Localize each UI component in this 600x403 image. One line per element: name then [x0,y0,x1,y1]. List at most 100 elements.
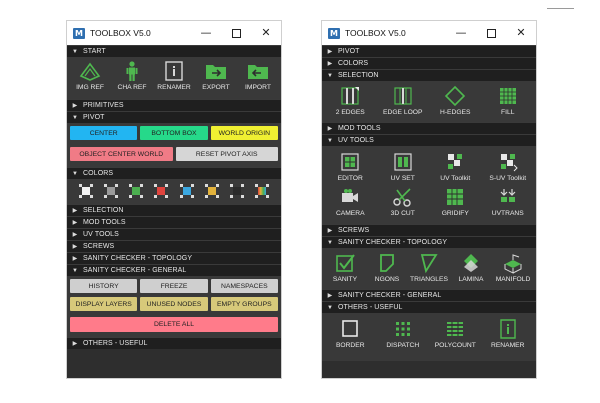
object-center-world-button[interactable]: OBJECT CENTER WORLD [70,147,173,161]
section-selection[interactable]: ▶ SELECTION [67,204,281,216]
export-folder-icon [206,65,226,79]
history-button[interactable]: HISTORY [70,279,138,293]
title-bar: M TOOLBOX V5.0 — ✕ [67,21,281,45]
sanity-button[interactable]: SANITY [324,252,366,283]
tool-label: LAMINA [458,276,484,283]
color-grey-swatch[interactable] [103,184,118,198]
polycount-button[interactable]: POLYCOUNT [432,318,478,349]
section-label: PIVOT [83,114,105,121]
character-reference-icon [126,61,138,81]
uv-set-button[interactable]: UV SET [380,151,426,182]
section-sanity-general[interactable]: ▼ SANITY CHECKER - GENERAL [67,264,281,276]
section-screws[interactable]: ▶ SCREWS [67,240,281,252]
maximize-icon[interactable] [476,21,506,45]
section-screws[interactable]: ▶ SCREWS [322,224,536,236]
close-icon[interactable]: ✕ [251,21,281,45]
import-folder-icon [248,65,268,79]
section-sanity-topology[interactable]: ▼ SANITY CHECKER - TOPOLOGY [322,236,536,248]
triangles-button[interactable]: TRIANGLES [408,252,450,283]
edge-loop-button[interactable]: EDGE LOOP [380,85,426,116]
delete-all-button[interactable]: DELETE ALL [70,317,278,332]
expand-arrow-icon: ▶ [72,244,78,250]
cha-ref-button[interactable]: CHA REF [111,60,153,91]
manifold-button[interactable]: MANIFOLD [492,252,534,283]
section-colors[interactable]: ▼ COLORS [67,167,281,179]
color-multi-swatch[interactable] [255,184,270,198]
maximize-icon[interactable] [221,21,251,45]
section-others[interactable]: ▼ OTHERS - USEFUL [322,301,536,313]
section-uv-tools[interactable]: ▼ UV TOOLS [322,134,536,146]
uv-gridify-button[interactable]: GRIDIFY [432,186,478,217]
tool-label: H-EDGES [440,109,471,116]
section-mod-tools[interactable]: ▶ MOD TOOLS [67,216,281,228]
close-icon[interactable]: ✕ [506,21,536,45]
uv-toolkit-button[interactable]: UV Toolkit [432,151,478,182]
section-sanity-general[interactable]: ▶ SANITY CHECKER - GENERAL [322,289,536,301]
ngons-button[interactable]: NGONS [366,252,408,283]
section-pivot[interactable]: ▶ PIVOT [322,45,536,57]
triangle-icon [420,254,438,274]
s-uv-toolkit-button[interactable]: S-UV Toolkit [485,151,531,182]
section-colors[interactable]: ▶ COLORS [322,57,536,69]
section-label: OTHERS - USEFUL [338,304,403,311]
color-yellow-swatch[interactable] [204,184,219,198]
renamer-button[interactable]: RENAMER [153,60,195,91]
section-label: SELECTION [83,207,124,214]
export-button[interactable]: EXPORT [195,60,237,91]
color-red-swatch[interactable] [154,184,169,198]
color-white-swatch[interactable] [78,184,93,198]
color-green-swatch[interactable] [129,184,144,198]
empty-groups-button[interactable]: EMPTY GROUPS [210,297,278,311]
pivot-center-button[interactable]: CENTER [70,126,138,140]
section-uv-tools[interactable]: ▶ UV TOOLS [67,228,281,240]
border-button[interactable]: BORDER [327,318,373,349]
namespaces-button[interactable]: NAMESPACES [210,279,278,293]
collapse-arrow-icon: ▼ [326,137,334,144]
tool-label: RENAMER [157,84,191,91]
tool-label: S-UV Toolkit [489,175,527,182]
collapse-arrow-icon: ▼ [71,48,79,55]
fill-grid-icon [499,88,516,104]
lamina-button[interactable]: LAMINA [450,252,492,283]
import-button[interactable]: IMPORT [237,60,279,91]
unused-nodes-button[interactable]: UNUSED NODES [140,297,208,311]
h-edges-icon [445,85,466,107]
uv-camera-button[interactable]: CAMERA [327,186,373,217]
section-pivot[interactable]: ▼ PIVOT [67,111,281,123]
freeze-button[interactable]: FREEZE [140,279,208,293]
img-ref-button[interactable]: IMG REF [69,60,111,91]
color-blue-swatch[interactable] [179,184,194,198]
tool-label: UV Toolkit [440,175,471,182]
section-mod-tools[interactable]: ▶ MOD TOOLS [322,122,536,134]
display-layers-button[interactable]: DISPLAY LAYERS [70,297,138,311]
two-edges-button[interactable]: 2 EDGES [327,85,373,116]
minimize-icon[interactable]: — [191,21,221,45]
renamer-button[interactable]: RENAMER [485,318,531,349]
gridify-icon [447,189,464,205]
section-start[interactable]: ▼ START [67,45,281,57]
reset-pivot-axis-button[interactable]: RESET PIVOT AXIS [175,147,278,161]
collapse-arrow-icon: ▼ [71,170,79,177]
uv-3d-cut-button[interactable]: 3D CUT [380,186,426,217]
color-black-swatch[interactable] [230,184,245,198]
h-edges-button[interactable]: H-EDGES [432,85,478,116]
tool-label: CHA REF [117,84,147,91]
pivot-bottom-box-button[interactable]: BOTTOM BOX [140,126,208,140]
expand-arrow-icon: ▶ [72,232,78,238]
section-selection[interactable]: ▼ SELECTION [322,69,536,81]
section-others[interactable]: ▶ OTHERS - USEFUL [67,337,281,349]
uv-editor-button[interactable]: EDITOR [327,151,373,182]
section-label: SCREWS [83,243,115,250]
tool-label: RENAMER [491,342,525,349]
top-divider [547,8,574,9]
section-primitives[interactable]: ▶ PRIMITIVES [67,99,281,111]
fill-button[interactable]: FILL [485,85,531,116]
dispatch-button[interactable]: DISPATCH [380,318,426,349]
uv-trans-button[interactable]: UVTRANS [485,186,531,217]
section-label: START [83,48,106,55]
section-sanity-topology[interactable]: ▶ SANITY CHECKER - TOPOLOGY [67,252,281,264]
tool-label: DISPATCH [386,342,420,349]
expand-arrow-icon: ▶ [327,228,333,234]
pivot-world-origin-button[interactable]: WORLD ORIGIN [210,126,278,140]
minimize-icon[interactable]: — [446,21,476,45]
